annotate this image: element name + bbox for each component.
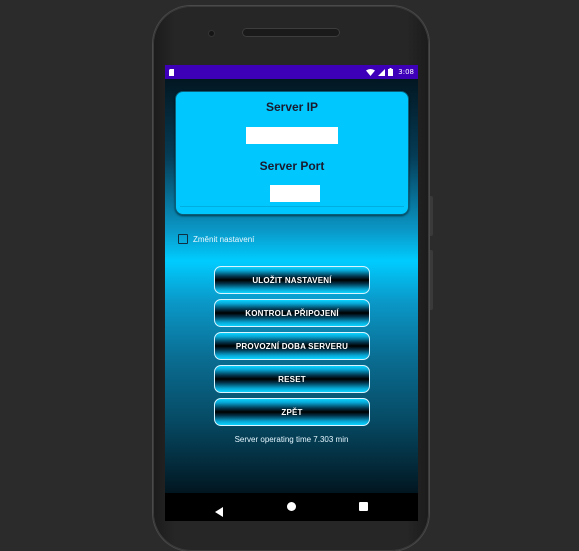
phone-frame: 3:08 Server IP Server Port Změnit nastav… xyxy=(153,6,429,551)
change-settings-label: Změnit nastavení xyxy=(193,234,255,244)
server-settings-card: Server IP Server Port xyxy=(175,91,409,215)
wifi-icon xyxy=(366,68,376,76)
change-settings-checkbox[interactable] xyxy=(178,234,188,244)
front-camera xyxy=(209,31,214,36)
back-button[interactable]: ZPĚT xyxy=(214,398,370,426)
server-ip-input[interactable] xyxy=(246,127,338,144)
card-divider xyxy=(180,206,404,207)
navigation-bar xyxy=(165,493,418,521)
check-connection-button[interactable]: KONTROLA PŘIPOJENÍ xyxy=(214,299,370,327)
status-time: 3:08 xyxy=(398,68,414,76)
volume-button xyxy=(429,250,433,310)
server-port-input[interactable] xyxy=(270,185,320,202)
status-bar: 3:08 xyxy=(165,65,418,79)
app-screen: 3:08 Server IP Server Port Změnit nastav… xyxy=(165,65,418,521)
triangle-back-icon[interactable] xyxy=(215,502,223,521)
power-button xyxy=(429,196,433,236)
server-port-label: Server Port xyxy=(259,159,325,173)
square-recents-icon[interactable] xyxy=(359,502,368,511)
sd-card-icon xyxy=(169,68,176,76)
circle-home-icon[interactable] xyxy=(287,502,296,511)
reset-button[interactable]: RESET xyxy=(214,365,370,393)
battery-icon xyxy=(388,68,394,76)
save-settings-button[interactable]: ULOŽIT NASTAVENÍ xyxy=(214,266,370,294)
server-operating-time-text: Server operating time 7.303 min xyxy=(234,435,349,444)
earpiece-speaker xyxy=(242,28,340,37)
change-settings-row[interactable]: Změnit nastavení xyxy=(178,234,254,244)
server-ip-label: Server IP xyxy=(265,100,319,114)
cellular-signal-icon xyxy=(378,68,386,76)
server-uptime-button[interactable]: PROVOZNÍ DOBA SERVERU xyxy=(214,332,370,360)
